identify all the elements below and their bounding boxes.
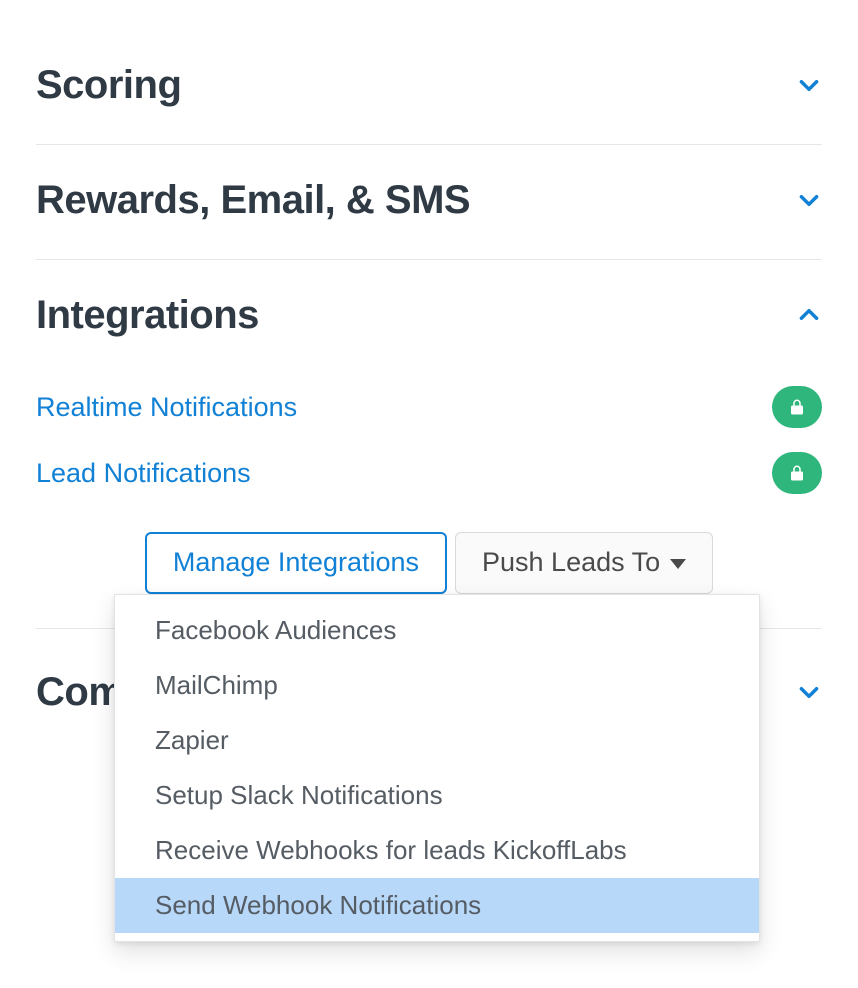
section-integrations: Integrations Realtime Notifications Lead… xyxy=(36,260,822,629)
dropdown-item[interactable]: Receive Webhooks for leads KickoffLabs xyxy=(115,823,759,878)
manage-integrations-button[interactable]: Manage Integrations xyxy=(145,532,447,594)
integrations-body: Realtime Notifications Lead Notification… xyxy=(36,374,822,628)
section-title-integrations: Integrations xyxy=(36,292,259,338)
dropdown-item[interactable]: MailChimp xyxy=(115,658,759,713)
dropdown-item[interactable]: Setup Slack Notifications xyxy=(115,768,759,823)
chevron-down-icon xyxy=(796,72,822,98)
dropdown-item[interactable]: Send Webhook Notifications xyxy=(115,878,759,933)
section-header-rewards[interactable]: Rewards, Email, & SMS xyxy=(36,145,822,259)
dropdown-item[interactable]: Zapier xyxy=(115,713,759,768)
section-title-rewards: Rewards, Email, & SMS xyxy=(36,177,470,223)
link-row-lead: Lead Notifications xyxy=(36,440,822,506)
push-leads-to-button[interactable]: Push Leads To xyxy=(455,532,713,594)
chevron-up-icon xyxy=(796,302,822,328)
chevron-down-icon xyxy=(796,187,822,213)
integrations-button-row: Manage Integrations Push Leads To Facebo… xyxy=(36,506,822,594)
caret-down-icon xyxy=(670,559,686,569)
section-header-scoring[interactable]: Scoring xyxy=(36,30,822,144)
link-lead-notifications[interactable]: Lead Notifications xyxy=(36,458,251,489)
dropdown-item[interactable]: Facebook Audiences xyxy=(115,603,759,658)
link-row-realtime: Realtime Notifications xyxy=(36,374,822,440)
section-title-partial: Com xyxy=(36,669,123,715)
section-header-integrations[interactable]: Integrations xyxy=(36,260,822,374)
section-rewards: Rewards, Email, & SMS xyxy=(36,145,822,260)
link-realtime-notifications[interactable]: Realtime Notifications xyxy=(36,392,297,423)
chevron-down-icon xyxy=(796,679,822,705)
section-title-scoring: Scoring xyxy=(36,62,181,108)
push-leads-dropdown: Facebook AudiencesMailChimpZapierSetup S… xyxy=(114,594,760,942)
lock-icon xyxy=(772,386,822,428)
push-leads-to-label: Push Leads To xyxy=(482,546,660,578)
section-scoring: Scoring xyxy=(36,30,822,145)
lock-icon xyxy=(772,452,822,494)
